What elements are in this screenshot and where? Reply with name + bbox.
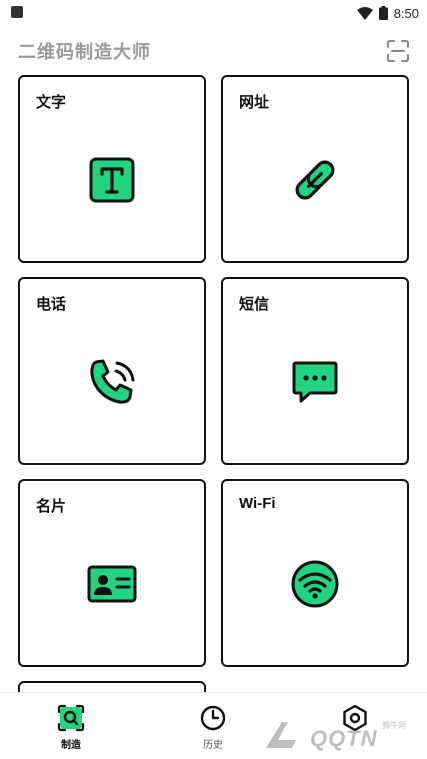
card-text-label: 文字: [36, 94, 67, 111]
battery-icon: [378, 6, 388, 20]
nav-history[interactable]: 历史: [183, 703, 243, 753]
card-contact-label: 名片: [36, 498, 67, 515]
card-wifi[interactable]: Wi-Fi: [221, 479, 409, 667]
sms-icon: [292, 361, 338, 403]
wifi-icon: [291, 560, 339, 608]
card-text[interactable]: 文字: [18, 75, 206, 263]
nav-create[interactable]: 制造: [41, 703, 101, 753]
status-time: 8:50: [393, 5, 419, 21]
status-bar: 8:50: [0, 0, 427, 26]
history-icon: [200, 705, 226, 731]
contact-card-icon: [87, 565, 137, 603]
watermark-logo-icon: [266, 722, 296, 748]
card-sms[interactable]: 短信: [221, 277, 409, 465]
card-url[interactable]: 网址: [221, 75, 409, 263]
create-icon: [57, 704, 85, 732]
link-icon: [295, 160, 335, 200]
scan-icon[interactable]: [386, 39, 410, 63]
card-contact[interactable]: 名片: [18, 479, 206, 667]
watermark-small-text: 腾牛网: [382, 721, 406, 730]
card-url-label: 网址: [239, 94, 270, 111]
wifi-signal-icon: [356, 6, 373, 20]
watermark: QQTN 腾牛网: [262, 718, 422, 756]
card-wifi-label: Wi-Fi: [239, 495, 276, 512]
card-phone[interactable]: 电话: [18, 277, 206, 465]
card-phone-label: 电话: [36, 296, 67, 313]
phone-icon: [90, 359, 135, 404]
app-header: 二维码制造大师: [0, 26, 427, 74]
text-icon: [89, 157, 135, 203]
watermark-text: QQTN: [310, 726, 378, 751]
nav-create-label: 制造: [61, 740, 81, 751]
app-notification-icon: [11, 6, 23, 18]
status-right: 8:50: [356, 3, 419, 23]
card-sms-label: 短信: [239, 296, 270, 313]
app-title: 二维码制造大师: [18, 42, 151, 62]
nav-history-label: 历史: [203, 740, 223, 751]
